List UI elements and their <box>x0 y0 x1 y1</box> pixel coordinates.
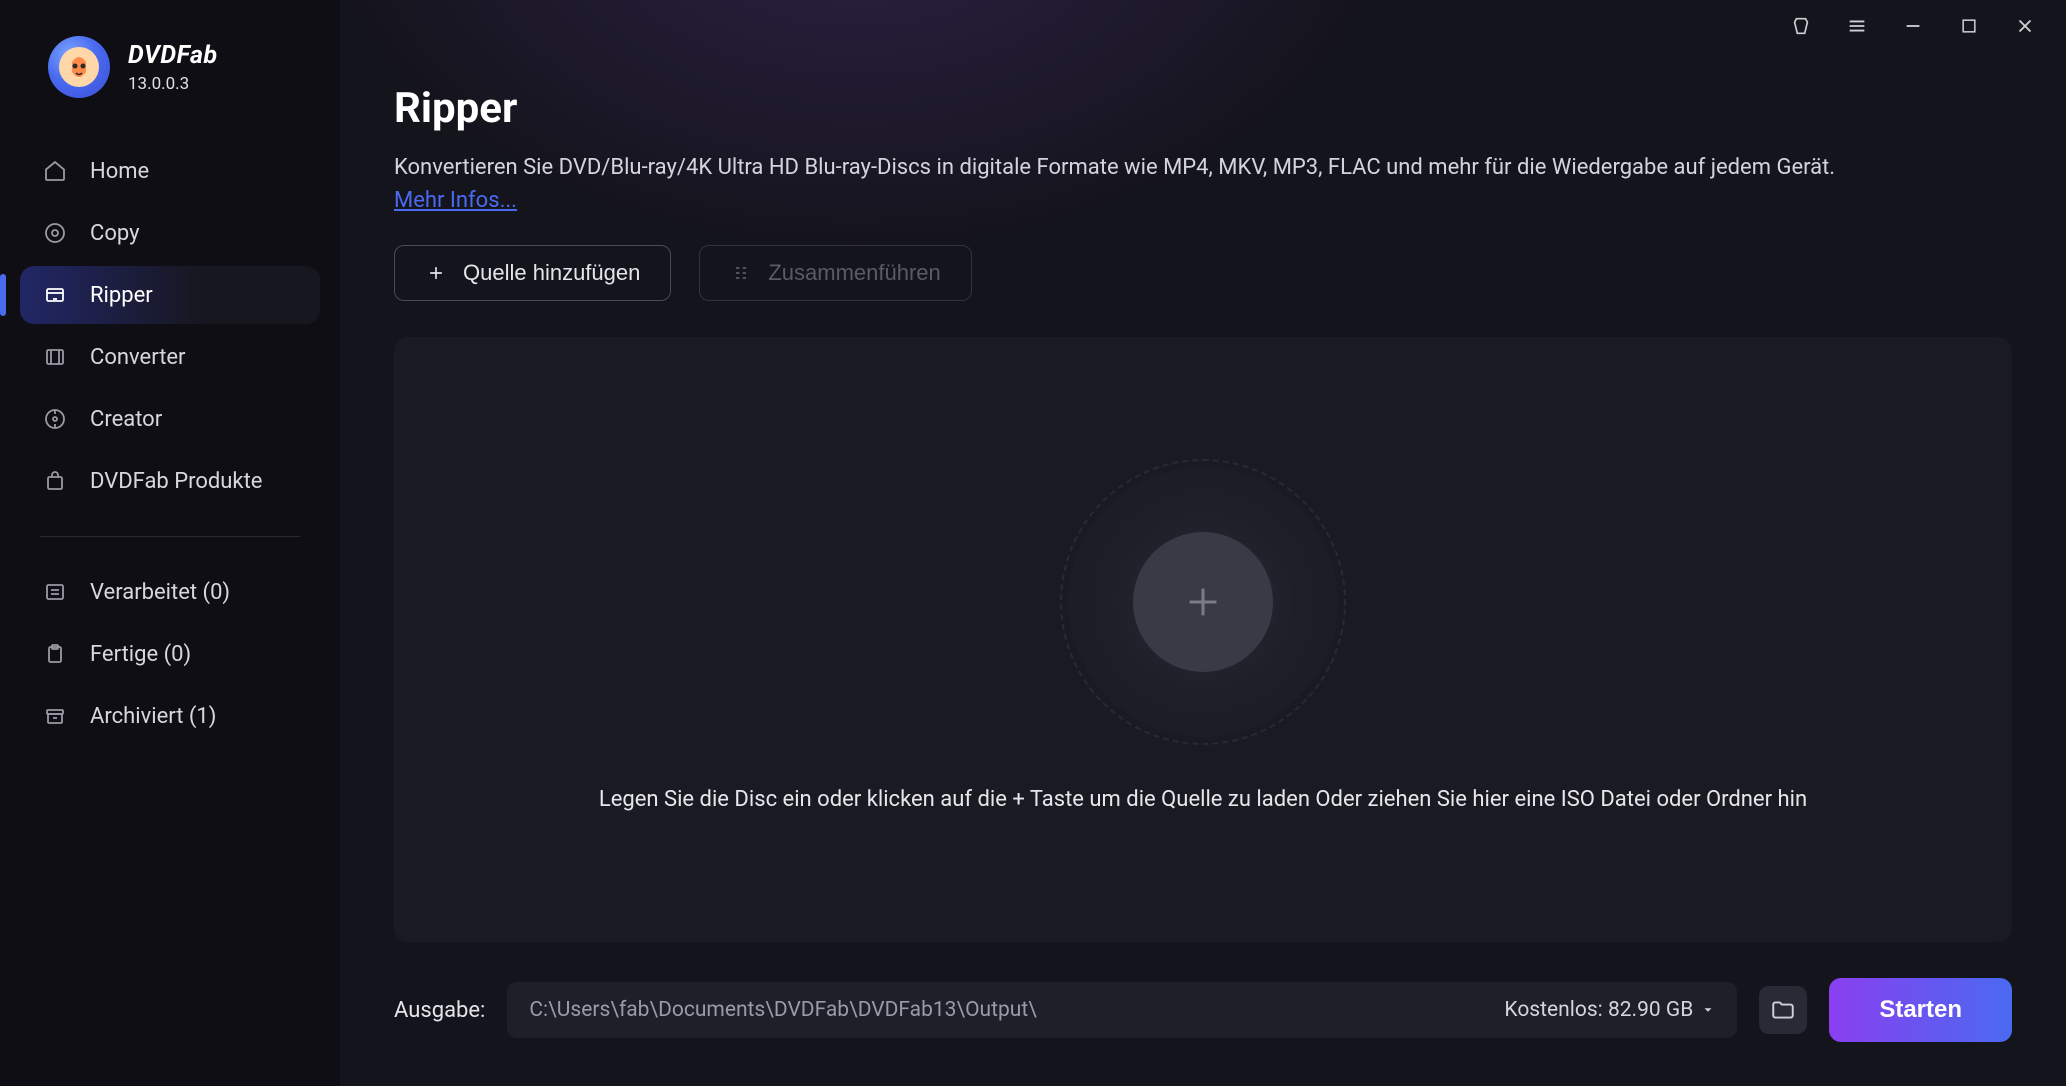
page-description-text: Konvertieren Sie DVD/Blu-ray/4K Ultra HD… <box>394 155 1835 180</box>
sidebar-item-copy[interactable]: Copy <box>20 204 320 262</box>
sidebar-item-label: Verarbeitet (0) <box>90 580 230 605</box>
brand-name: DVDFab <box>128 41 218 70</box>
sidebar-item-label: Home <box>90 159 149 184</box>
dropzone[interactable]: Legen Sie die Disc ein oder klicken auf … <box>394 337 2012 942</box>
brand-version: 13.0.0.3 <box>128 74 218 94</box>
nav-primary: Home Copy Ripper Converter Creator DVDFa… <box>20 142 320 745</box>
sidebar-item-ripper[interactable]: Ripper <box>20 266 320 324</box>
sidebar-item-products[interactable]: DVDFab Produkte <box>20 452 320 510</box>
sidebar-item-creator[interactable]: Creator <box>20 390 320 448</box>
merge-icon <box>730 262 752 284</box>
folder-icon <box>1770 997 1796 1023</box>
output-label: Ausgabe: <box>394 998 485 1023</box>
drop-plus-button[interactable] <box>1133 532 1273 672</box>
sidebar-item-label: Converter <box>90 345 186 370</box>
home-icon <box>42 158 68 184</box>
clipboard-icon <box>42 641 68 667</box>
output-row: C:\Users\fab\Documents\DVDFab\DVDFab13\O… <box>507 982 1737 1038</box>
add-source-label: Quelle hinzufügen <box>463 260 640 286</box>
maximize-icon[interactable] <box>1956 13 1982 39</box>
app-logo <box>48 36 110 98</box>
footer: Ausgabe: C:\Users\fab\Documents\DVDFab\D… <box>340 942 2066 1086</box>
content: Ripper Konvertieren Sie DVD/Blu-ray/4K U… <box>340 52 2066 942</box>
sidebar-item-label: Fertige (0) <box>90 642 191 667</box>
sidebar-item-archived[interactable]: Archiviert (1) <box>20 687 320 745</box>
page-description: Konvertieren Sie DVD/Blu-ray/4K Ultra HD… <box>394 151 2012 217</box>
brand: DVDFab 13.0.0.3 <box>20 36 320 98</box>
ripper-icon <box>42 282 68 308</box>
plus-icon <box>1180 579 1226 625</box>
action-row: Quelle hinzufügen Zusammenführen <box>394 245 2012 301</box>
main: Ripper Konvertieren Sie DVD/Blu-ray/4K U… <box>340 0 2066 1086</box>
bag-icon <box>42 468 68 494</box>
close-icon[interactable] <box>2012 13 2038 39</box>
sidebar: DVDFab 13.0.0.3 Home Copy Ripper Convert… <box>0 0 340 1086</box>
sidebar-item-label: Archiviert (1) <box>90 704 216 729</box>
sidebar-item-finished[interactable]: Fertige (0) <box>20 625 320 683</box>
sidebar-item-home[interactable]: Home <box>20 142 320 200</box>
drop-hint: Legen Sie die Disc ein oder klicken auf … <box>569 787 1837 812</box>
converter-icon <box>42 344 68 370</box>
menu-icon[interactable] <box>1844 13 1870 39</box>
chevron-down-icon <box>1701 1003 1715 1017</box>
nav-divider <box>40 536 300 537</box>
sidebar-item-label: DVDFab Produkte <box>90 469 262 494</box>
merge-button: Zusammenführen <box>699 245 971 301</box>
drop-target-circle <box>1068 467 1338 737</box>
minimize-icon[interactable] <box>1900 13 1926 39</box>
sidebar-item-processed[interactable]: Verarbeitet (0) <box>20 563 320 621</box>
creator-icon <box>42 406 68 432</box>
open-folder-button[interactable] <box>1759 986 1807 1034</box>
sidebar-item-label: Creator <box>90 407 162 432</box>
theme-icon[interactable] <box>1788 13 1814 39</box>
sidebar-item-label: Copy <box>90 221 140 246</box>
free-space-label: Kostenlos: 82.90 GB <box>1504 998 1693 1022</box>
sidebar-item-converter[interactable]: Converter <box>20 328 320 386</box>
list-icon <box>42 579 68 605</box>
merge-label: Zusammenführen <box>768 260 940 286</box>
free-space[interactable]: Kostenlos: 82.90 GB <box>1504 998 1715 1022</box>
disc-icon <box>42 220 68 246</box>
start-button[interactable]: Starten <box>1829 978 2012 1042</box>
archive-icon <box>42 703 68 729</box>
titlebar <box>340 0 2066 52</box>
add-source-button[interactable]: Quelle hinzufügen <box>394 245 671 301</box>
plus-icon <box>425 262 447 284</box>
output-path: C:\Users\fab\Documents\DVDFab\DVDFab13\O… <box>529 998 1486 1022</box>
more-info-link[interactable]: Mehr Infos... <box>394 188 517 213</box>
page-title: Ripper <box>394 84 2012 133</box>
sidebar-item-label: Ripper <box>90 283 153 308</box>
